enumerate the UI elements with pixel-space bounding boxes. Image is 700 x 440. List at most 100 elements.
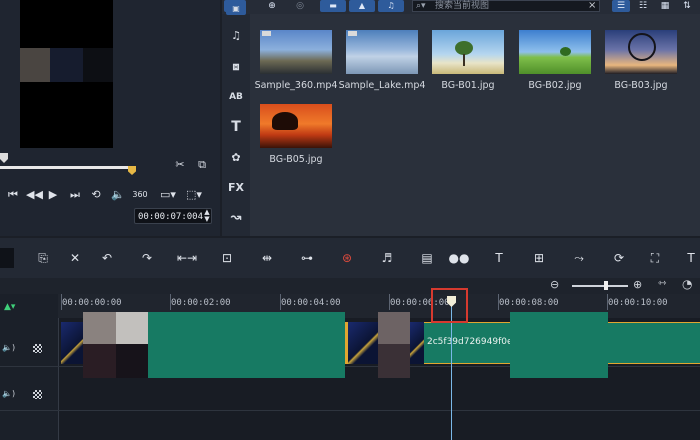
media-category-icon[interactable]: ▣	[226, 2, 246, 15]
mask-icon[interactable]: ●●	[448, 247, 470, 269]
zoom-slider[interactable]	[572, 285, 628, 287]
capture-icon[interactable]: ◎	[292, 0, 308, 12]
volume-track-icon[interactable]: 🔈)	[2, 343, 15, 352]
go-end-icon[interactable]: ⏭	[68, 188, 82, 202]
preview-scrubber-head[interactable]	[0, 153, 8, 163]
text-icon[interactable]: T	[488, 247, 510, 269]
preview-blur-block	[20, 48, 50, 82]
thumb-sample-lake[interactable]	[346, 30, 418, 74]
prev-frame-icon[interactable]: ◀◀	[26, 188, 43, 202]
search-input[interactable]: 搜索当前视图	[412, 0, 600, 12]
thumb-label: Sample_360.mp4	[254, 80, 338, 91]
title-icon[interactable]: T	[226, 117, 246, 137]
view-grid-icon[interactable]: ▦	[656, 0, 674, 12]
zoom-slider-thumb[interactable]	[604, 281, 608, 290]
tree-graphic	[560, 47, 571, 56]
zoom-in-icon[interactable]: ⊕	[633, 278, 642, 291]
video-clip[interactable]	[148, 312, 345, 378]
instant-project-icon[interactable]: ⧈	[226, 57, 246, 77]
zoom-out-icon[interactable]: ⊖	[550, 278, 559, 291]
preview-blur-block	[50, 48, 83, 82]
tree-graphic	[455, 41, 473, 55]
transition-icon[interactable]: AB	[226, 87, 246, 107]
play-icon[interactable]: ▶	[46, 188, 60, 202]
volume-track-icon[interactable]: 🔈)	[2, 389, 15, 398]
thumb-label: BG-B05.jpg	[269, 154, 323, 165]
track-transparency-icon[interactable]: ⟳	[608, 247, 630, 269]
thumb-label: BG-B01.jpg	[441, 80, 495, 91]
audio-category-icon[interactable]: ♫	[226, 26, 246, 46]
copy-attributes-icon[interactable]: ⎘	[32, 247, 54, 269]
fit-view-icon[interactable]: ⛶	[644, 247, 666, 269]
crop-icon[interactable]: ⬚▾	[184, 188, 204, 202]
clip-thumbnail[interactable]	[61, 322, 83, 364]
aspect-ratio-icon[interactable]: ▭▾	[158, 188, 178, 202]
tree-graphic	[628, 33, 656, 61]
thumb-sample-360[interactable]	[260, 30, 332, 74]
undo-icon[interactable]: ↶	[96, 247, 118, 269]
track-divider	[0, 410, 700, 411]
record-icon[interactable]: ⊛	[336, 247, 358, 269]
checker-icon[interactable]	[33, 344, 42, 353]
ripple-icon[interactable]: ⊶	[296, 247, 318, 269]
thumb-bg-b02[interactable]	[519, 30, 591, 74]
preview-scrub-bar[interactable]	[0, 166, 132, 169]
ruler-label: 00:00:00:00	[62, 298, 122, 308]
repeat-icon[interactable]: ⟲	[88, 188, 104, 202]
audio-mixer-icon[interactable]: ♬	[376, 247, 398, 269]
thumb-label: Sample_Lake.mp4	[338, 80, 426, 91]
video-clip-segment[interactable]	[510, 312, 608, 378]
volume-icon[interactable]: 🔈	[110, 188, 126, 202]
thumb-label: BG-B03.jpg	[614, 80, 668, 91]
clip-title: 2c5f39d726949f0eb	[427, 337, 519, 347]
multicam-icon[interactable]: ⊞	[528, 247, 550, 269]
ruler-label: 00:00:10:00	[608, 298, 668, 308]
search-placeholder: 搜索当前视图	[435, 1, 490, 11]
sort-icon[interactable]: ⇅	[678, 0, 696, 12]
timecode-stepper[interactable]: ▲ ▼	[203, 209, 211, 223]
motion-path-icon[interactable]: ↝	[226, 208, 246, 228]
split-icon[interactable]: ⇹	[256, 247, 278, 269]
subtitle-icon[interactable]: ▤	[416, 247, 438, 269]
preview-out-marker[interactable]	[128, 166, 136, 175]
timecode-field[interactable]: 00:00:07:004	[134, 208, 212, 224]
add-folder-icon[interactable]: ⊕	[262, 0, 282, 12]
track-dropdown-icon[interactable]: ▲▾	[4, 302, 15, 312]
clip-blur-block	[378, 312, 410, 344]
timeline-view-toggle[interactable]	[0, 248, 14, 268]
clip-blur-block	[83, 312, 116, 344]
clip-thumbnail[interactable]	[348, 322, 378, 364]
search-icon: ⌕▾	[416, 1, 426, 11]
video-badge-icon	[348, 31, 357, 36]
redo-icon[interactable]: ↷	[136, 247, 158, 269]
filter-audio-button[interactable]: ♫	[378, 0, 404, 12]
motion-icon[interactable]: ⤳	[568, 247, 590, 269]
view-list-icon[interactable]: ☰	[612, 0, 630, 12]
clear-search-icon[interactable]: ×	[588, 0, 596, 12]
clock-icon[interactable]: ◔	[682, 277, 692, 291]
ruler-label: 00:00:04:00	[281, 298, 341, 308]
view-details-icon[interactable]: ☷	[634, 0, 652, 12]
scissors-icon[interactable]: ✂	[172, 158, 188, 172]
filter-video-button[interactable]: ▬	[320, 0, 346, 12]
video-badge-icon	[262, 31, 271, 36]
fit-timeline-icon[interactable]: ⇤⇥	[176, 247, 198, 269]
snapshot-icon[interactable]: ⧉	[194, 158, 210, 172]
checker-icon[interactable]	[33, 390, 42, 399]
filter-icon[interactable]: FX	[226, 178, 246, 198]
view-360-button[interactable]: 360	[130, 188, 150, 202]
more-tools-icon[interactable]: T	[680, 247, 700, 269]
fit-project-icon[interactable]: ⇿	[658, 278, 666, 289]
trim-icon[interactable]: ⊡	[216, 247, 238, 269]
ruler-label: 00:00:08:00	[499, 298, 559, 308]
preview-panel: ✂ ⧉ ⏮ ◀◀ ▶ ⏭ ⟲ 🔈 360 ▭▾ ⬚▾ 00:00:07:004 …	[0, 0, 220, 236]
graphics-icon[interactable]: ✿	[226, 148, 246, 168]
clip-blur-block	[116, 344, 148, 378]
tree-trunk	[463, 54, 465, 66]
highlight-box	[431, 288, 468, 323]
tools-icon[interactable]: ✕	[64, 247, 86, 269]
filter-image-button[interactable]: ▲	[349, 0, 375, 12]
track-headers	[0, 294, 59, 440]
go-start-icon[interactable]: ⏮	[6, 188, 20, 202]
clip-thumbnail[interactable]	[410, 322, 424, 364]
